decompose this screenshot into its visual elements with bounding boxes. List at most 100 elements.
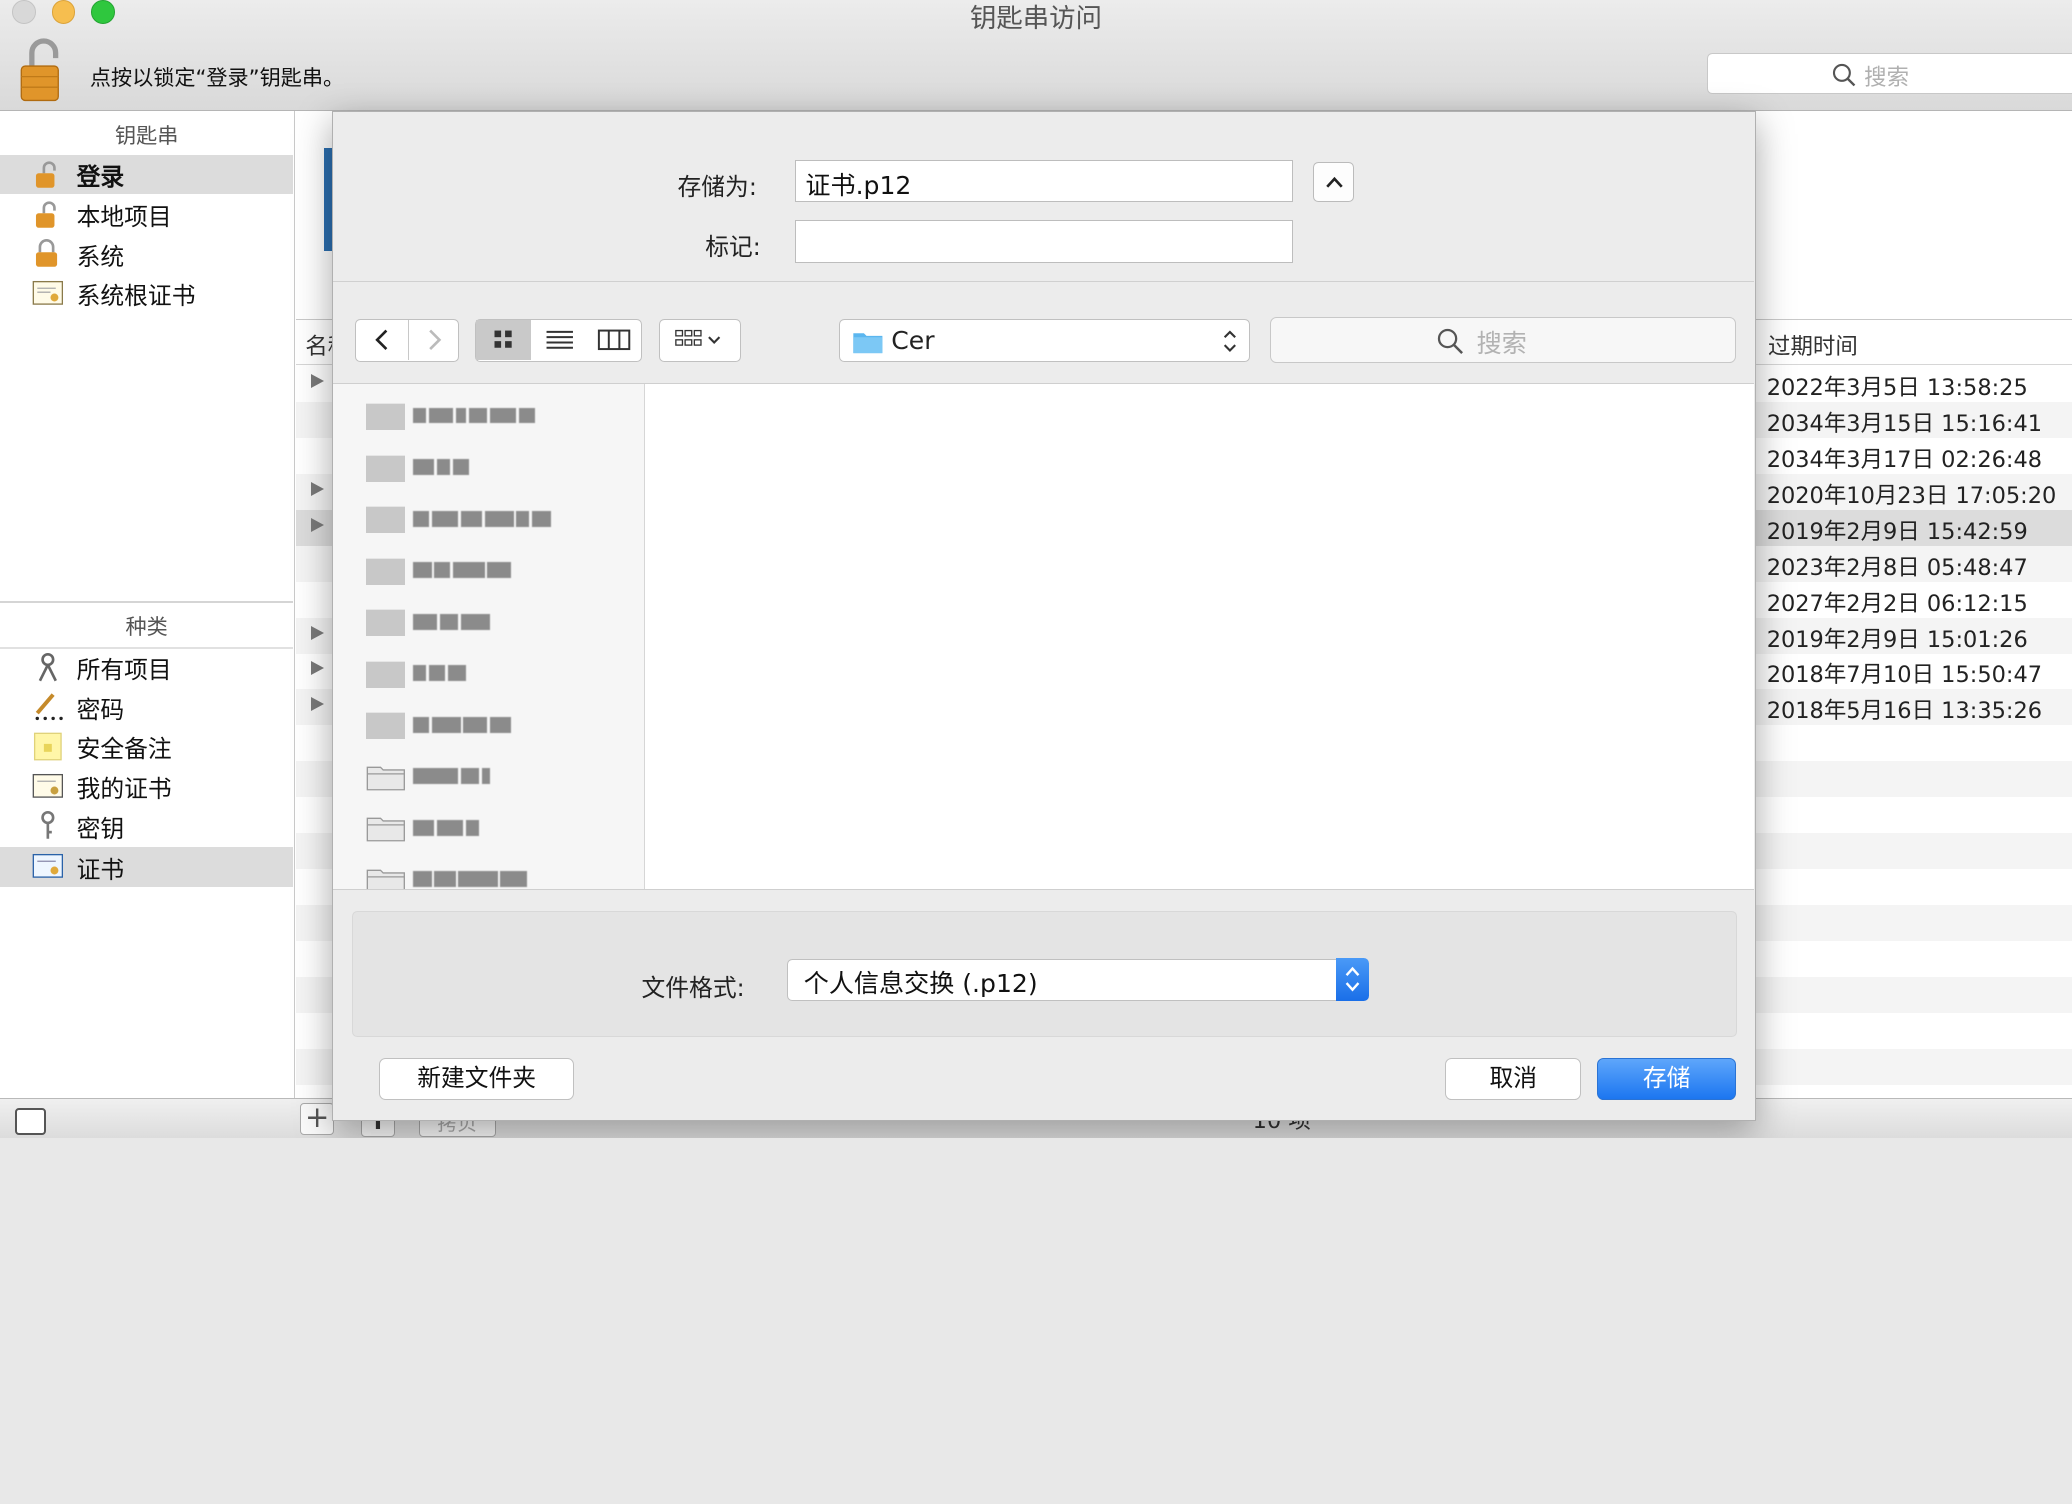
back-arrow-icon[interactable] bbox=[356, 320, 408, 360]
sidebar: 钥匙串 登录 本地项目 系统 系统根证书 种类 所有项目 密码 安全备注 我的证… bbox=[0, 110, 295, 1099]
file-name bbox=[413, 768, 492, 785]
sidebar-item-system-roots[interactable]: 系统根证书 bbox=[0, 274, 293, 314]
sidebar-item-all-items[interactable]: 所有项目 bbox=[0, 647, 293, 687]
file-name bbox=[413, 510, 553, 527]
expires-cell: 2019年2月9日 15:42:59 bbox=[1766, 518, 2028, 545]
dialog-search-placeholder: 搜索 bbox=[1476, 329, 1527, 359]
sidebar-item-label: 系统 bbox=[76, 242, 125, 271]
file-format-label: 文件格式: bbox=[641, 973, 745, 1002]
certificate-icon bbox=[32, 280, 63, 305]
expires-cell: 2020年10月23日 17:05:20 bbox=[1766, 482, 2057, 509]
key-icon bbox=[40, 811, 55, 840]
categories-header: 种类 bbox=[125, 614, 168, 640]
tags-field[interactable] bbox=[795, 220, 1294, 263]
sidebar-item-login[interactable]: 登录 bbox=[0, 154, 294, 195]
list-item[interactable] bbox=[365, 397, 630, 434]
list-item[interactable] bbox=[365, 706, 630, 743]
view-mode-control bbox=[475, 319, 642, 362]
list-item[interactable] bbox=[366, 809, 630, 846]
save-dialog-header: 存储为: 证书.p12 标记: bbox=[332, 111, 1755, 282]
unlocked-padlock-icon bbox=[35, 200, 56, 228]
save-options-panel: 文件格式: 个人信息交换 (.p12) bbox=[352, 911, 1738, 1037]
updown-chevron-icon bbox=[1224, 330, 1237, 353]
sidebar-divider bbox=[0, 601, 294, 603]
folder-icon bbox=[366, 869, 405, 889]
folder-icon bbox=[366, 817, 405, 842]
file-name bbox=[413, 459, 471, 475]
tags-label: 标记: bbox=[705, 232, 761, 261]
sidebar-item-system[interactable]: 系统 bbox=[0, 234, 293, 274]
file-name bbox=[413, 407, 537, 424]
sidebar-item-local-items[interactable]: 本地项目 bbox=[0, 194, 293, 234]
icon-view-button[interactable] bbox=[476, 320, 531, 361]
folder-icon bbox=[365, 455, 406, 482]
sidebar-item-label: 我的证书 bbox=[76, 775, 172, 804]
collapse-dialog-button[interactable] bbox=[1313, 162, 1355, 202]
grid-view-icon bbox=[494, 331, 513, 349]
expires-cell: 2023年2月8日 05:48:47 bbox=[1766, 554, 2028, 581]
expires-cell: 2018年7月10日 15:50:47 bbox=[1766, 662, 2043, 689]
column-view-button[interactable] bbox=[587, 320, 641, 360]
sidebar-item-label: 本地项目 bbox=[76, 202, 172, 231]
disclosure-triangle-icon[interactable] bbox=[310, 517, 324, 532]
lock-keychain-button[interactable] bbox=[16, 37, 71, 103]
toolbar-search-field[interactable]: 搜索 bbox=[1707, 52, 2072, 94]
disclosure-triangle-icon[interactable] bbox=[310, 697, 324, 712]
sidebar-item-my-certificates[interactable]: 我的证书 bbox=[0, 766, 293, 806]
list-item[interactable] bbox=[365, 603, 630, 640]
folder-icon bbox=[365, 403, 406, 431]
file-format-popup[interactable]: 个人信息交换 (.p12) bbox=[786, 958, 1369, 1001]
filename-field[interactable]: 证书.p12 bbox=[795, 159, 1294, 202]
cancel-button[interactable]: 取消 bbox=[1445, 1058, 1582, 1101]
list-item[interactable] bbox=[366, 861, 630, 889]
arrange-menu-button[interactable] bbox=[659, 319, 741, 362]
list-item[interactable] bbox=[365, 449, 630, 486]
expires-cell: 2034年3月17日 02:26:48 bbox=[1766, 446, 2043, 473]
list-item[interactable] bbox=[365, 655, 630, 692]
sidebar-item-secure-notes[interactable]: 安全备注 bbox=[0, 727, 293, 767]
list-view-icon bbox=[546, 331, 573, 350]
sidebar-item-keys[interactable]: 密钥 bbox=[0, 806, 293, 846]
keys-icon bbox=[38, 652, 57, 682]
back-forward-buttons bbox=[355, 319, 461, 362]
disclosure-triangle-icon[interactable] bbox=[310, 625, 324, 640]
filename-value: 证书.p12 bbox=[805, 170, 912, 200]
disclosure-triangle-icon[interactable] bbox=[310, 661, 324, 676]
list-item[interactable] bbox=[365, 500, 630, 537]
folder-icon bbox=[365, 661, 406, 688]
column-header-expires[interactable]: 过期时间 bbox=[1768, 329, 1858, 361]
save-dialog: 存储为: 证书.p12 标记: Cer 搜索 文件格式: 个人信息交换 (.p1… bbox=[331, 110, 1757, 1121]
file-name bbox=[413, 819, 482, 836]
folder-icon bbox=[365, 712, 406, 740]
disclosure-triangle-icon[interactable] bbox=[310, 373, 324, 388]
folder-icon bbox=[365, 609, 406, 637]
sidebar-item-label: 系统根证书 bbox=[76, 282, 196, 311]
new-folder-button[interactable]: 新建文件夹 bbox=[378, 1058, 575, 1101]
list-item[interactable] bbox=[366, 758, 630, 795]
expires-cell: 2034年3月15日 15:16:41 bbox=[1766, 410, 2043, 437]
file-name bbox=[413, 871, 529, 888]
list-item[interactable] bbox=[365, 552, 630, 589]
toolbar-search-placeholder: 搜索 bbox=[1864, 65, 1910, 92]
sidebar-toggle-button[interactable] bbox=[14, 1108, 47, 1135]
expires-cell: 2019年2月9日 15:01:26 bbox=[1766, 626, 2028, 653]
expires-cell: 2027年2月2日 06:12:15 bbox=[1766, 590, 2028, 617]
location-popup[interactable]: Cer bbox=[838, 319, 1250, 362]
dialog-search-field[interactable]: 搜索 bbox=[1269, 316, 1736, 364]
unlocked-padlock-icon bbox=[20, 38, 59, 102]
unlocked-padlock-icon bbox=[35, 161, 56, 188]
sidebar-item-passwords[interactable]: 密码 bbox=[0, 687, 293, 727]
folder-icon bbox=[365, 558, 406, 585]
folder-icon bbox=[366, 766, 405, 791]
secure-note-icon bbox=[33, 732, 62, 761]
save-as-label: 存储为: bbox=[677, 173, 757, 202]
add-item-button[interactable]: + bbox=[299, 1103, 335, 1135]
save-button[interactable]: 存储 bbox=[1597, 1058, 1736, 1101]
sidebar-item-certificates[interactable]: 证书 bbox=[0, 847, 294, 887]
forward-arrow-icon[interactable] bbox=[409, 320, 461, 360]
list-view-button[interactable] bbox=[532, 320, 586, 360]
expires-cell: 2018年5月16日 13:35:26 bbox=[1766, 698, 2043, 725]
locked-padlock-icon bbox=[35, 239, 57, 267]
disclosure-triangle-icon[interactable] bbox=[310, 481, 324, 496]
search-icon bbox=[1437, 329, 1463, 355]
